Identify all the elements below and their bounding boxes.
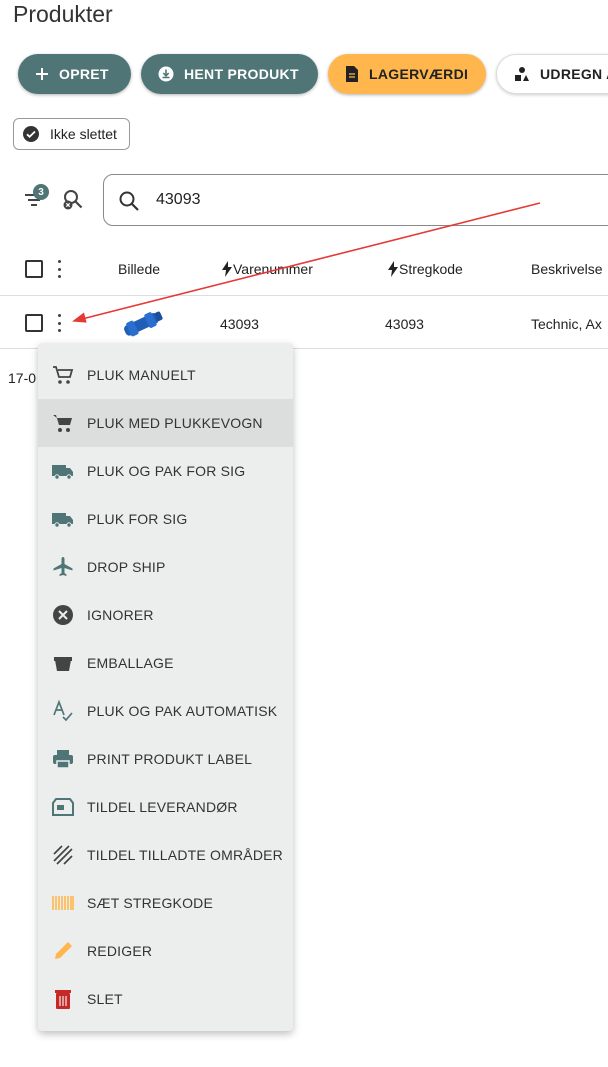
- row-barcode: 43093: [385, 316, 424, 332]
- clear-search-icon[interactable]: [60, 188, 86, 214]
- menu-item-pick-separately[interactable]: PLUK FOR SIG: [38, 495, 293, 543]
- menu-item-drop-ship[interactable]: DROP SHIP: [38, 543, 293, 591]
- truck-icon: [51, 459, 75, 483]
- page-title: Produkter: [13, 1, 113, 27]
- menu-item-edit[interactable]: REDIGER: [38, 927, 293, 975]
- fetch-product-label: HENT PRODUKT: [184, 66, 299, 82]
- plus-icon: [35, 67, 49, 81]
- menu-item-auto-pick-and-pack[interactable]: PLUK OG PAK AUTOMATISK: [38, 687, 293, 735]
- calculate-label: UDREGN A: [540, 66, 608, 82]
- truck-icon: [51, 507, 75, 531]
- search-field[interactable]: [103, 174, 608, 226]
- column-header-description[interactable]: Beskrivelse: [531, 261, 603, 277]
- menu-item-label: PLUK OG PAK FOR SIG: [87, 463, 246, 479]
- menu-item-label: SLET: [87, 991, 123, 1007]
- cart-icon: [51, 411, 75, 435]
- cart-outline-icon: [51, 363, 75, 387]
- menu-item-label: TILDEL TILLADTE OMRÅDER: [87, 847, 283, 863]
- bolt-icon: [388, 261, 398, 277]
- menu-item-label: TILDEL LEVERANDØR: [87, 799, 238, 815]
- hatched-area-icon: [51, 843, 75, 867]
- stock-value-button[interactable]: LAGERVÆRDI: [328, 54, 486, 94]
- download-circle-icon: [158, 66, 174, 82]
- column-header-barcode[interactable]: Stregkode: [387, 261, 463, 277]
- chip-label: Ikke slettet: [50, 126, 117, 142]
- table-row[interactable]: 43093 43093 Technic, Ax: [0, 297, 608, 349]
- product-image: [117, 307, 169, 344]
- create-button-label: OPRET: [59, 66, 109, 82]
- partial-row-text: 17-0: [8, 370, 37, 386]
- menu-item-label: PRINT PRODUKT LABEL: [87, 751, 253, 767]
- column-header-image[interactable]: Billede: [118, 261, 160, 277]
- search-icon: [118, 190, 140, 217]
- menu-item-assign-allowed-areas[interactable]: TILDEL TILLADTE OMRÅDER: [38, 831, 293, 879]
- filter-count-badge: 3: [33, 184, 49, 200]
- printer-icon: [51, 747, 75, 771]
- menu-item-label: EMBALLAGE: [87, 655, 174, 671]
- menu-item-label: PLUK MANUELT: [87, 367, 196, 383]
- create-button[interactable]: OPRET: [18, 54, 131, 94]
- column-header-barcode-label: Stregkode: [399, 261, 463, 277]
- table-header: Billede Varenummer Stregkode Beskrivelse: [0, 244, 608, 296]
- row-item-number: 43093: [220, 316, 259, 332]
- bolt-icon: [222, 261, 232, 277]
- menu-item-set-barcode[interactable]: SÆT STREGKODE: [38, 879, 293, 927]
- menu-item-label: PLUK OG PAK AUTOMATISK: [87, 703, 278, 719]
- store-icon: [51, 795, 75, 819]
- menu-item-packaging[interactable]: EMBALLAGE: [38, 639, 293, 687]
- search-input[interactable]: [156, 187, 556, 213]
- menu-item-pick-and-pack-separately[interactable]: PLUK OG PAK FOR SIG: [38, 447, 293, 495]
- row-more-icon[interactable]: [57, 314, 61, 332]
- row-description: Technic, Ax: [531, 316, 602, 332]
- menu-item-label: PLUK MED PLUKKEVOGN: [87, 415, 263, 431]
- spellcheck-icon: [51, 699, 75, 723]
- menu-item-label: DROP SHIP: [87, 559, 166, 575]
- row-context-menu: PLUK MANUELT PLUK MED PLUKKEVOGN PLUK OG…: [38, 343, 293, 1031]
- trash-icon: [51, 987, 75, 1011]
- menu-item-label: SÆT STREGKODE: [87, 895, 214, 911]
- document-icon: [345, 66, 359, 82]
- menu-item-delete[interactable]: SLET: [38, 975, 293, 1023]
- fetch-product-button[interactable]: HENT PRODUKT: [141, 54, 318, 94]
- column-header-item-number-label: Varenummer: [233, 261, 313, 277]
- barcode-icon: [51, 891, 75, 915]
- menu-item-print-product-label[interactable]: PRINT PRODUKT LABEL: [38, 735, 293, 783]
- menu-item-label: IGNORER: [87, 607, 154, 623]
- menu-item-label: PLUK FOR SIG: [87, 511, 188, 527]
- menu-item-pick-with-cart[interactable]: PLUK MED PLUKKEVOGN: [38, 399, 293, 447]
- header-more-icon[interactable]: [57, 260, 61, 278]
- check-circle-icon: [22, 125, 40, 143]
- cancel-circle-icon: [51, 603, 75, 627]
- menu-item-pick-manual[interactable]: PLUK MANUELT: [38, 351, 293, 399]
- menu-item-ignore[interactable]: IGNORER: [38, 591, 293, 639]
- menu-item-assign-supplier[interactable]: TILDEL LEVERANDØR: [38, 783, 293, 831]
- pencil-icon: [51, 939, 75, 963]
- basket-icon: [51, 651, 75, 675]
- row-checkbox[interactable]: [25, 314, 43, 332]
- not-deleted-filter-chip[interactable]: Ikke slettet: [13, 118, 130, 150]
- calculate-button[interactable]: UDREGN A: [496, 54, 608, 94]
- column-header-item-number[interactable]: Varenummer: [221, 261, 313, 277]
- airplane-icon: [51, 555, 75, 579]
- stock-value-label: LAGERVÆRDI: [369, 66, 469, 82]
- shapes-icon: [514, 66, 530, 82]
- menu-item-label: REDIGER: [87, 943, 153, 959]
- select-all-checkbox[interactable]: [25, 260, 43, 278]
